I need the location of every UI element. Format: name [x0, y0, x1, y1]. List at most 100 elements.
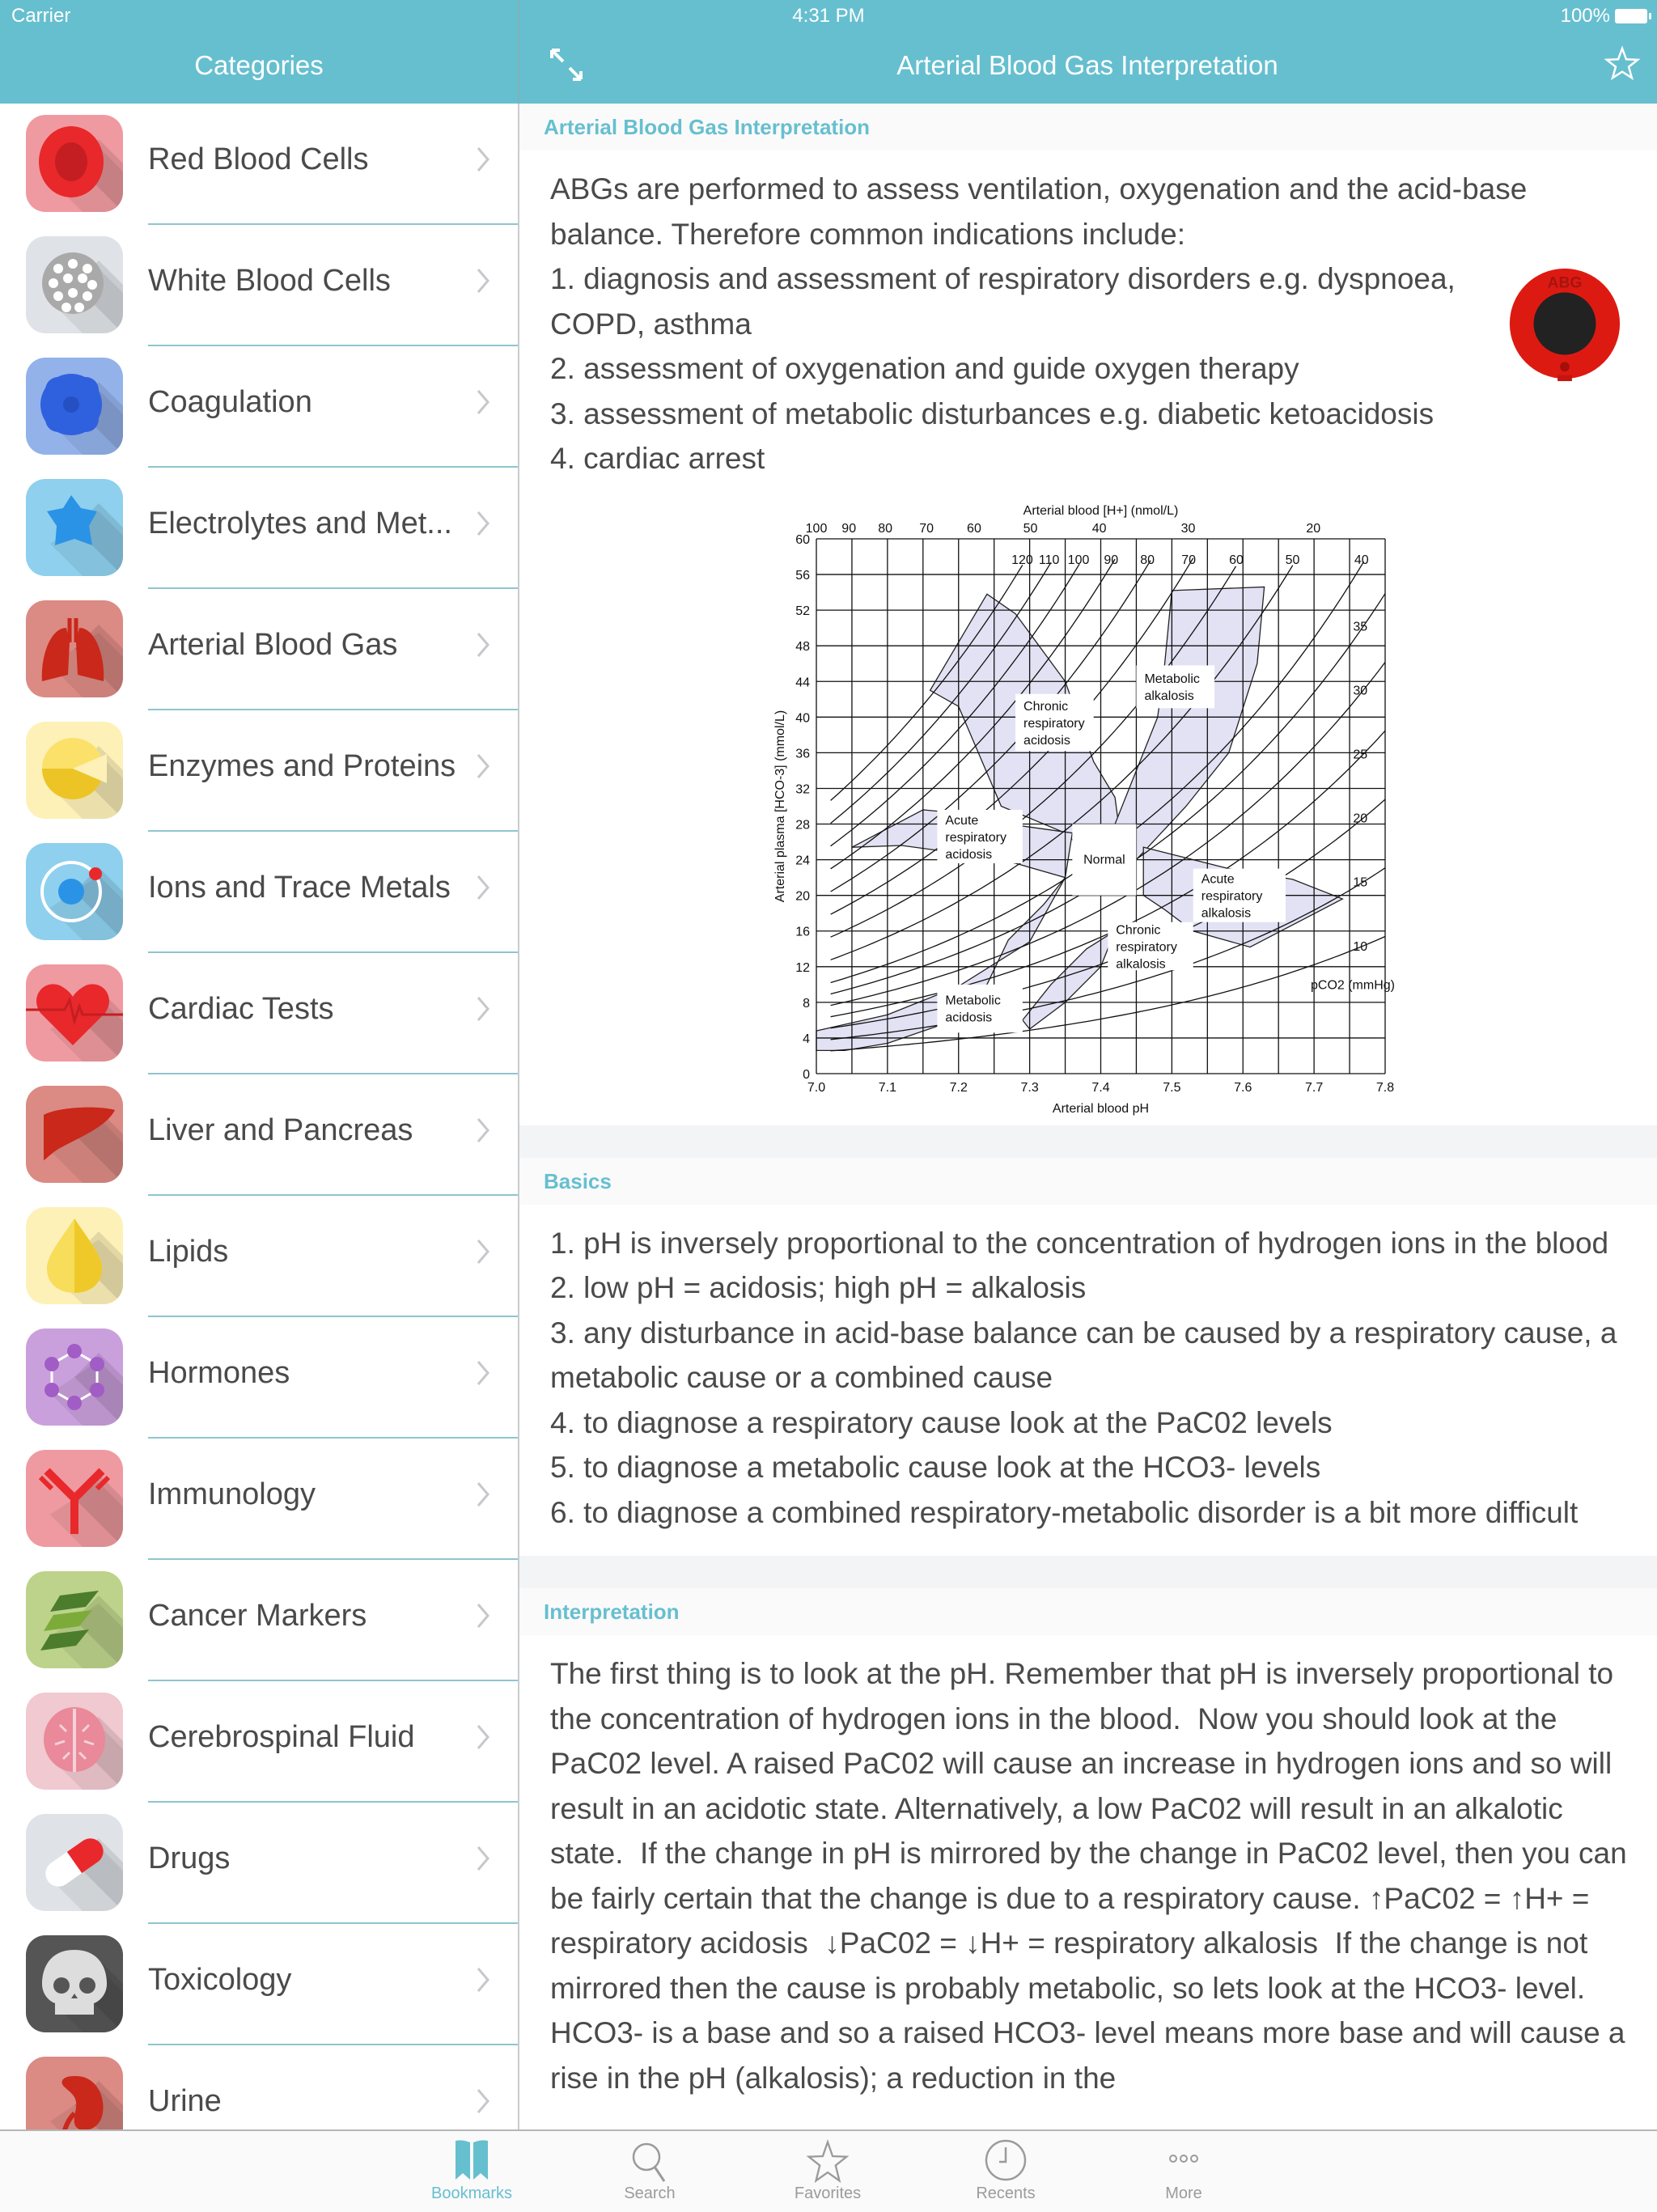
- y-tick-label: 12: [795, 960, 810, 974]
- x-tick-label: 7.2: [950, 1081, 968, 1095]
- paragraph: The first thing is to look at the pH. Re…: [550, 1657, 1635, 2095]
- status-bar: Carrier 4:31 PM 100%: [0, 0, 1657, 32]
- star-icon: [806, 2139, 850, 2184]
- sidebar-item[interactable]: Drugs: [0, 1803, 518, 1924]
- sidebar-item[interactable]: Arterial Blood Gas: [0, 589, 518, 710]
- region-label: Metabolic: [945, 994, 1000, 1007]
- sidebar-item[interactable]: Coagulation: [0, 346, 518, 468]
- lipid-drop-icon: [26, 1207, 123, 1304]
- sidebar-item[interactable]: Lipids: [0, 1196, 518, 1317]
- region-label-box: [937, 984, 1023, 1032]
- chevron-right-icon: [477, 269, 489, 293]
- article-content: Arterial Blood Gas Interpretation ABGs a…: [519, 104, 1657, 2129]
- region-label: alkalosis: [1144, 689, 1193, 702]
- isopleth-label: 60: [1229, 553, 1244, 566]
- sidebar-item[interactable]: Enzymes and Proteins: [0, 710, 518, 832]
- region-label: alkalosis: [1116, 957, 1165, 971]
- region-label: Normal: [1083, 853, 1125, 867]
- sidebar-item-label: Enzymes and Proteins: [148, 749, 456, 783]
- region-label: acidosis: [945, 1011, 992, 1024]
- isopleth-label: 25: [1353, 748, 1367, 761]
- sidebar-item[interactable]: Red Blood Cells: [0, 104, 518, 225]
- isopleth-label: 90: [1104, 553, 1118, 566]
- sidebar-item-label: Arterial Blood Gas: [148, 628, 398, 662]
- chevron-right-icon: [477, 1846, 489, 1871]
- tab-search[interactable]: Search: [593, 2131, 706, 2212]
- paragraph: ABGs are performed to assess ventilation…: [550, 172, 1528, 251]
- tab-favorites[interactable]: Favorites: [771, 2131, 884, 2212]
- sidebar-title: Categories: [194, 50, 324, 80]
- section-title: Arterial Blood Gas Interpretation: [544, 115, 871, 139]
- sidebar-item[interactable]: Ions and Trace Metals: [0, 832, 518, 953]
- isopleth-label: 120: [1011, 553, 1033, 566]
- sidebar-item[interactable]: Electrolytes and Met...: [0, 468, 518, 589]
- sidebar-item[interactable]: Immunology: [0, 1439, 518, 1560]
- tab-label: Search: [624, 2184, 676, 2202]
- sidebar-item[interactable]: Toxicology: [0, 1924, 518, 2045]
- tab-label: More: [1165, 2184, 1202, 2202]
- more-icon: [1169, 2155, 1198, 2163]
- red-blood-cell-icon: [26, 115, 123, 212]
- isopleth-label: 50: [1286, 553, 1300, 566]
- x-tick-label: 7.3: [1021, 1081, 1039, 1095]
- y-tick-label: 8: [803, 996, 810, 1010]
- region-label: alkalosis: [1201, 906, 1251, 920]
- x-tick-label: 7.0: [807, 1081, 825, 1095]
- brain-icon: [26, 1693, 123, 1790]
- isopleth-label: 70: [1181, 553, 1196, 566]
- chevron-right-icon: [477, 1239, 489, 1264]
- isopleth-label: 80: [1140, 553, 1155, 566]
- sidebar-item-label: Ions and Trace Metals: [148, 871, 451, 905]
- y-tick-label: 36: [795, 747, 810, 761]
- paragraph: 3. any disturbance in acid-base balance …: [550, 1316, 1642, 1395]
- liver-icon: [26, 1086, 123, 1183]
- sidebar-item[interactable]: Cancer Markers: [0, 1560, 518, 1681]
- top-axis-label: Arterial blood [H+] (nmol/L): [1023, 504, 1179, 518]
- top-tick-label: 70: [919, 522, 934, 536]
- section-header: Arterial Blood Gas Interpretation: [519, 104, 1657, 150]
- white-blood-cell-icon: [26, 236, 123, 333]
- isopleth-label: 110: [1039, 553, 1060, 566]
- top-tick-label: 60: [967, 522, 981, 536]
- section-title: Basics: [544, 1168, 612, 1193]
- section-gap: [519, 1556, 1657, 1588]
- tab-more[interactable]: More: [1127, 2131, 1240, 2212]
- sidebar-item[interactable]: White Blood Cells: [0, 225, 518, 346]
- electrolytes-icon: [26, 479, 123, 576]
- battery-indicator: 100%: [1561, 5, 1651, 28]
- section-body: 1. pH is inversely proportional to the c…: [519, 1205, 1657, 1536]
- sidebar-item[interactable]: Urine: [0, 2045, 518, 2129]
- y-tick-label: 40: [795, 711, 810, 725]
- sidebar-item[interactable]: Cardiac Tests: [0, 953, 518, 1074]
- abg-device-label: ABG: [1548, 275, 1583, 292]
- x-tick-label: 7.5: [1163, 1081, 1180, 1095]
- chevron-right-icon: [477, 1361, 489, 1385]
- x-axis-label: Arterial blood pH: [1053, 1102, 1149, 1116]
- sidebar-item[interactable]: Cerebrospinal Fluid: [0, 1681, 518, 1803]
- chevron-right-icon: [477, 1604, 489, 1628]
- tab-bookmarks[interactable]: Bookmarks: [415, 2131, 528, 2212]
- section-gap: [519, 1125, 1657, 1158]
- top-tick-label: 90: [841, 522, 856, 536]
- kidney-icon: [26, 2057, 123, 2129]
- sidebar-item[interactable]: Hormones: [0, 1317, 518, 1439]
- diagnostic-region: [1107, 586, 1265, 860]
- lungs-icon: [26, 600, 123, 697]
- y-tick-label: 0: [803, 1068, 810, 1082]
- y-tick-label: 44: [795, 676, 810, 689]
- favorite-star-icon[interactable]: [1604, 45, 1641, 83]
- y-tick-label: 4: [803, 1032, 810, 1045]
- sidebar-item[interactable]: Liver and Pancreas: [0, 1074, 518, 1196]
- antibody-icon: [26, 1450, 123, 1547]
- sidebar-item-label: Red Blood Cells: [148, 142, 369, 176]
- isopleth-label: 35: [1353, 620, 1367, 634]
- region-label: Acute: [945, 813, 978, 827]
- region-label: Chronic: [1116, 923, 1160, 937]
- y-tick-label: 24: [795, 854, 810, 867]
- isopleth-label: 100: [1068, 553, 1090, 566]
- y-tick-label: 28: [795, 818, 810, 832]
- y-tick-label: 48: [795, 640, 810, 654]
- tab-recents[interactable]: Recents: [949, 2131, 1062, 2212]
- isopleth-label: 15: [1353, 875, 1367, 889]
- x-tick-label: 7.6: [1234, 1081, 1252, 1095]
